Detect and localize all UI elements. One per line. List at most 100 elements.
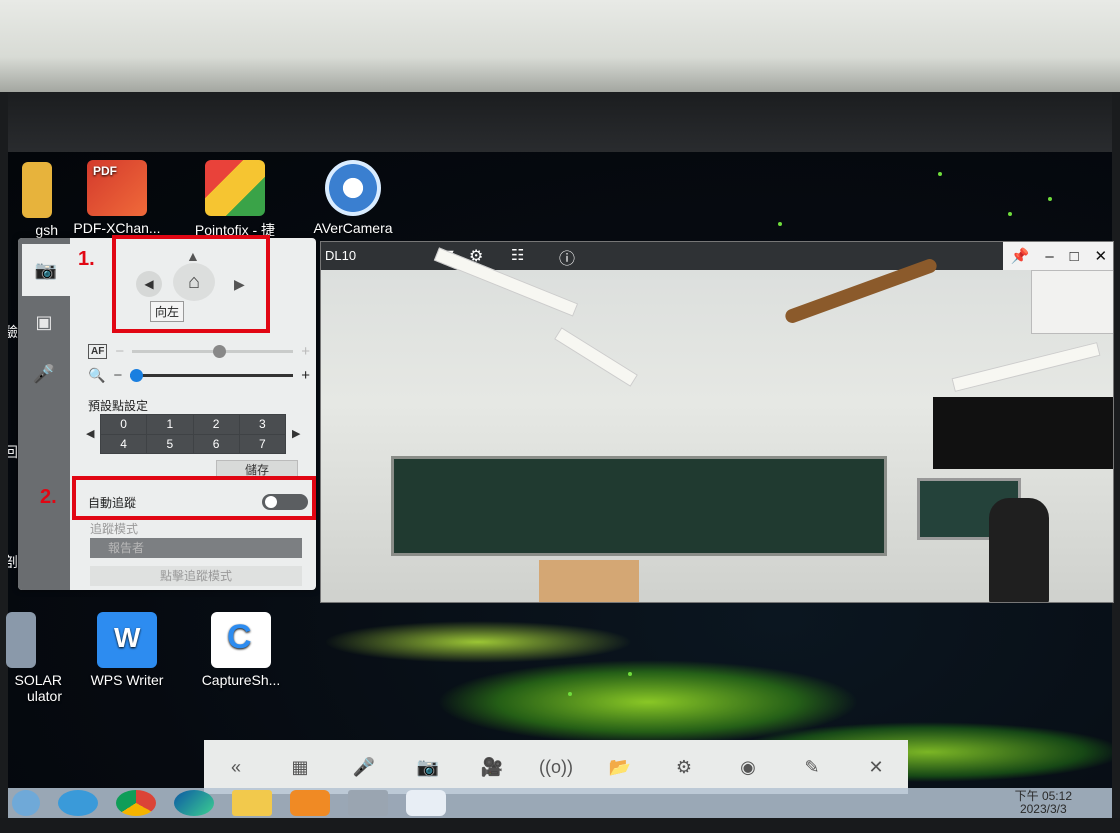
pin-icon[interactable]: 📌 bbox=[1011, 247, 1030, 265]
tab-voice-tracking[interactable]: 🎤 bbox=[24, 348, 64, 400]
desktop-icon-label: PDF-XChan... bbox=[73, 220, 161, 236]
collapse-icon[interactable]: « bbox=[214, 757, 258, 778]
start-button[interactable] bbox=[12, 790, 40, 816]
minimize-icon[interactable]: – bbox=[1045, 248, 1053, 265]
calculator-icon bbox=[6, 612, 36, 668]
zoom-slider[interactable] bbox=[130, 368, 294, 382]
edge-text: 驗 bbox=[8, 324, 18, 340]
close-icon[interactable]: ✕ bbox=[854, 757, 898, 778]
edge-text: 剖 bbox=[8, 554, 18, 570]
chrome-icon[interactable] bbox=[116, 790, 156, 816]
layout-icon[interactable]: ▦ bbox=[278, 757, 322, 778]
pen-icon[interactable]: ✎ bbox=[790, 757, 834, 778]
desktop-icon-captureshare[interactable]: C CaptureSh... bbox=[186, 612, 296, 688]
desktop-icon-label: AVerCamera bbox=[313, 220, 393, 236]
preset-button[interactable]: 0 bbox=[101, 415, 147, 434]
focus-slider-row: AF − + bbox=[88, 340, 310, 362]
podium bbox=[539, 560, 639, 602]
focus-minus-button[interactable]: − bbox=[115, 343, 124, 360]
preset-next-button[interactable]: ▶ bbox=[292, 427, 300, 440]
desktop-icon-label: WPS Writer bbox=[90, 672, 164, 688]
zoom-plus-button[interactable]: + bbox=[301, 367, 310, 384]
windows-taskbar: 下午 05:12 2023/3/3 bbox=[8, 788, 1112, 818]
snapshot-icon[interactable]: 📷 bbox=[406, 757, 450, 778]
preset-prev-button[interactable]: ◀ bbox=[86, 427, 94, 440]
adjust-icon[interactable]: ☷ bbox=[511, 246, 524, 264]
annotation-step-2: 2. bbox=[40, 486, 57, 508]
annotation-step-1: 1. bbox=[78, 248, 95, 270]
click-tracking-label: 點擊追蹤模式 bbox=[159, 569, 232, 583]
tab-screen[interactable]: ▣ bbox=[24, 296, 64, 348]
focus-slider[interactable] bbox=[132, 344, 294, 358]
desktop-icon-pdf-xchange[interactable]: PDF PDF-XChan... bbox=[62, 160, 172, 236]
ceiling-light bbox=[951, 342, 1101, 392]
desktop-icon-label: CaptureSh... bbox=[201, 672, 281, 688]
preset-button[interactable]: 1 bbox=[147, 415, 193, 434]
preset-button[interactable]: 5 bbox=[147, 434, 193, 453]
preset-title: 預設點設定 bbox=[88, 399, 149, 413]
click-tracking-button[interactable]: 點擊追蹤模式 bbox=[90, 566, 302, 586]
monitor-bezel-top bbox=[0, 92, 1120, 154]
screen-icon: ▣ bbox=[35, 311, 53, 332]
photo-background-top bbox=[0, 0, 1120, 95]
desktop-icon-gsh[interactable]: gsh bbox=[0, 162, 70, 238]
wps-writer-icon: W bbox=[97, 612, 157, 668]
aver-bottom-toolbar: « ▦ 🎤 📷 🎥 ((o)) 📂 ⚙ ◉ ✎ ✕ bbox=[204, 740, 908, 794]
preset-button[interactable]: 2 bbox=[193, 415, 239, 434]
tab-camera-settings[interactable]: 📷 bbox=[22, 244, 70, 296]
maximize-icon[interactable]: □ bbox=[1070, 248, 1079, 265]
captureshare-icon: C bbox=[211, 612, 271, 668]
edge-text: 回 bbox=[8, 444, 18, 460]
explorer-icon[interactable] bbox=[232, 790, 272, 816]
panel-tabs: 📷 ▣ 🎤 bbox=[18, 238, 70, 590]
zoom-knob[interactable] bbox=[130, 368, 144, 382]
preset-button[interactable]: 6 bbox=[193, 434, 239, 453]
preset-button[interactable]: 3 bbox=[239, 415, 285, 434]
desktop-icon-pointofix[interactable]: Pointofix - 捷 bbox=[180, 160, 290, 240]
tracking-mode-label: 追蹤模式 bbox=[90, 522, 139, 536]
desktop-icon-avercamera[interactable]: AVerCamera bbox=[298, 160, 408, 236]
preset-button[interactable]: 4 bbox=[101, 434, 147, 453]
system-clock[interactable]: 下午 05:12 2023/3/3 bbox=[1015, 790, 1072, 816]
partial-app-icon bbox=[22, 162, 52, 218]
zoom-icon: 🔍 bbox=[88, 366, 106, 383]
pointofix-icon bbox=[205, 160, 265, 216]
desktop-icon-calculator[interactable]: SOLAR ulator bbox=[0, 612, 70, 704]
zoom-slider-row: 🔍 − + bbox=[88, 364, 310, 386]
remote-icon[interactable]: ◉ bbox=[726, 757, 770, 778]
blackboard bbox=[391, 456, 887, 556]
camera-video-feed bbox=[321, 247, 1113, 602]
voice-tracking-icon: 🎤 bbox=[32, 363, 56, 384]
camera-settings-icon: 📷 bbox=[34, 259, 58, 280]
preset-button[interactable]: 7 bbox=[239, 434, 285, 453]
broadcast-icon[interactable]: ((o)) bbox=[534, 757, 578, 778]
tracking-mode-value: 報告者 bbox=[108, 541, 145, 555]
avercamera-icon bbox=[325, 160, 381, 216]
zoom-minus-button[interactable]: − bbox=[113, 367, 122, 384]
air-conditioner bbox=[1031, 270, 1113, 334]
record-icon[interactable]: 🎥 bbox=[470, 757, 514, 778]
info-icon[interactable]: ⓘ bbox=[559, 245, 575, 269]
wall-tv bbox=[933, 397, 1113, 469]
window-controls: 📌 – □ ✕ bbox=[1003, 242, 1113, 270]
preset-grid: 0 1 2 3 4 5 6 7 bbox=[100, 414, 286, 454]
voice-tracking-icon[interactable]: 🎤 bbox=[342, 757, 386, 778]
focus-plus-button[interactable]: + bbox=[301, 343, 310, 360]
autofocus-button[interactable]: AF bbox=[88, 343, 108, 359]
ie-icon[interactable] bbox=[58, 790, 98, 816]
close-icon[interactable]: ✕ bbox=[1094, 247, 1107, 265]
camera-preview-window: DL10 ▼ ⚙ ☷ ⓘ 📌 – □ ✕ bbox=[320, 241, 1114, 603]
desktop-icon-wps-writer[interactable]: W WPS Writer bbox=[72, 612, 182, 688]
settings-icon[interactable]: ⚙ bbox=[662, 757, 706, 778]
edge-icon[interactable] bbox=[174, 790, 214, 816]
calculator-icon[interactable] bbox=[348, 790, 388, 816]
monitor-bezel-bottom bbox=[0, 818, 1120, 833]
media-icon[interactable] bbox=[290, 790, 330, 816]
device-name: DL10 bbox=[325, 248, 357, 263]
captureshare-icon[interactable] bbox=[406, 790, 446, 816]
focus-knob[interactable] bbox=[212, 344, 226, 358]
clock-date: 2023/3/3 bbox=[1019, 802, 1067, 816]
folder-icon[interactable]: 📂 bbox=[598, 757, 642, 778]
desktop-icon-label: gsh bbox=[35, 222, 58, 238]
tracking-mode-select[interactable]: 報告者 bbox=[90, 538, 302, 558]
